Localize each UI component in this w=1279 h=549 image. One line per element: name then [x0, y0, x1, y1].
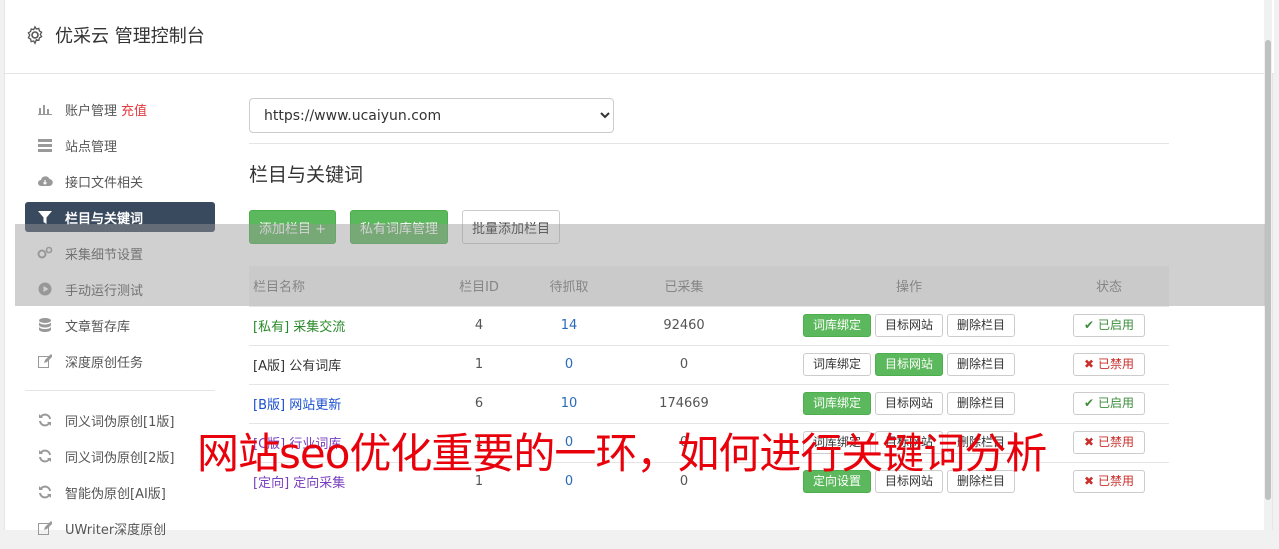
status-cell: ✔ 已启用: [1049, 383, 1169, 423]
sidebar-item-label: 账户管理: [65, 103, 118, 119]
pending-cell[interactable]: 10: [539, 383, 599, 423]
lexicon-bind-button[interactable]: 词库绑定: [802, 353, 871, 376]
column-name: 公有词库: [289, 359, 342, 374]
sidebar-item-label: 深度原创任务: [65, 355, 144, 371]
cloud-download-icon: [37, 173, 53, 189]
delete-column-button[interactable]: 删除栏目: [947, 353, 1016, 376]
sidebar-item-label: 智能伪原创[AI版]: [65, 486, 166, 502]
delete-column-button[interactable]: 删除栏目: [947, 392, 1016, 415]
sidebar-divider: [25, 390, 215, 391]
sidebar-item-interface[interactable]: 接口文件相关: [25, 166, 215, 196]
status-toggle-button[interactable]: ✖ 已禁用: [1073, 431, 1145, 454]
target-site-button[interactable]: 目标网站: [874, 353, 943, 376]
column-prefix: [A版]: [253, 359, 286, 374]
cross-icon: ✖: [1084, 474, 1095, 489]
app-title: 优采云 管理控制台: [55, 26, 205, 47]
status-cell: ✖ 已禁用: [1049, 422, 1169, 462]
refresh-icon: [37, 448, 53, 464]
refresh-icon: [37, 484, 53, 500]
column-id-cell: 6: [419, 383, 539, 423]
edit-icon: [37, 520, 53, 536]
status-toggle-button[interactable]: ✔ 已启用: [1073, 392, 1145, 415]
column-name-cell[interactable]: [B版] 网站更新: [249, 383, 419, 423]
status-cell: ✖ 已禁用: [1049, 344, 1169, 384]
status-cell: ✔ 已启用: [1049, 305, 1169, 345]
pending-cell[interactable]: 14: [539, 305, 599, 345]
table-row: [A版] 公有词库 1 0 0 词库绑定 目标网站 删除栏目 ✖ 已禁用: [249, 344, 1169, 384]
status-label: 已启用: [1097, 318, 1134, 332]
column-name-cell[interactable]: [私有] 采集交流: [249, 305, 419, 345]
status-label: 已启用: [1097, 396, 1134, 410]
column-name: 网站更新: [289, 398, 342, 413]
sidebar-item-article-store[interactable]: 文章暂存库: [25, 310, 215, 340]
delete-column-button[interactable]: 删除栏目: [947, 314, 1016, 337]
sidebar-item-label: 接口文件相关: [65, 175, 144, 191]
column-id-cell: 4: [419, 305, 539, 345]
sidebar-item-deep-original[interactable]: 深度原创任务: [25, 346, 215, 376]
overlay-caption: 网站seo优化重要的一环，如何进行关键词分析: [197, 429, 1047, 478]
filter-icon: [37, 209, 53, 225]
status-toggle-button[interactable]: ✔ 已启用: [1073, 314, 1145, 337]
actions-cell: 词库绑定 目标网站 删除栏目: [769, 383, 1049, 423]
sidebar-item-label: UWriter深度原创: [65, 522, 167, 538]
page-title: 栏目与关键词: [249, 164, 364, 186]
status-cell: ✖ 已禁用: [1049, 461, 1169, 501]
loading-overlay-band: [15, 224, 1265, 306]
column-name-cell[interactable]: [A版] 公有词库: [249, 344, 419, 384]
actions-cell: 词库绑定 目标网站 删除栏目: [769, 344, 1049, 384]
sidebar-item-label: 站点管理: [65, 139, 118, 155]
sidebar: 账户管理 充值 站点管理 接口文件相关 栏目与关键词 采集细节设置 手动运行测试…: [25, 94, 215, 549]
sidebar-item-label: 文章暂存库: [65, 319, 131, 335]
table-row: [B版] 网站更新 6 10 174669 词库绑定 目标网站 删除栏目 ✔ 已启用: [249, 383, 1169, 423]
actions-cell: 词库绑定 目标网站 删除栏目: [769, 305, 1049, 345]
column-prefix: [B版]: [253, 398, 286, 413]
database-icon: [37, 317, 53, 333]
collected-cell: 0: [599, 344, 769, 384]
sidebar-item-synonym-v1[interactable]: 同义词伪原创[1版]: [25, 405, 215, 435]
sidebar-item-uwriter[interactable]: UWriter深度原创: [25, 513, 215, 543]
site-select[interactable]: https://www.ucaiyun.com: [249, 98, 614, 133]
sidebar-item-synonym-v2[interactable]: 同义词伪原创[2版]: [25, 441, 215, 471]
recharge-link[interactable]: 充值: [121, 100, 147, 119]
status-toggle-button[interactable]: ✖ 已禁用: [1073, 353, 1145, 376]
status-label: 已禁用: [1097, 474, 1134, 489]
column-name: 采集交流: [293, 320, 346, 335]
refresh-icon: [37, 412, 53, 428]
server-icon: [37, 137, 53, 153]
page-scrollbar[interactable]: [1264, 0, 1272, 530]
sidebar-item-label: 同义词伪原创[2版]: [65, 450, 175, 466]
status-label: 已禁用: [1097, 357, 1134, 371]
top-bar: 优采云 管理控制台: [5, 0, 1274, 74]
collected-cell: 92460: [599, 305, 769, 345]
status-label: 已禁用: [1097, 435, 1134, 449]
column-id-cell: 1: [419, 344, 539, 384]
check-icon: ✔: [1084, 318, 1095, 332]
cross-icon: ✖: [1084, 435, 1095, 449]
lexicon-bind-button[interactable]: 词库绑定: [802, 314, 871, 337]
sidebar-item-sites[interactable]: 站点管理: [25, 130, 215, 160]
main-divider: [249, 143, 1169, 144]
sidebar-item-label: 同义词伪原创[1版]: [65, 414, 175, 430]
sidebar-item-ai-rewrite[interactable]: 智能伪原创[AI版]: [25, 477, 215, 507]
check-icon: ✔: [1084, 396, 1095, 410]
gear-icon: [25, 25, 45, 45]
lexicon-bind-button[interactable]: 词库绑定: [802, 392, 871, 415]
sidebar-item-account[interactable]: 账户管理 充值: [25, 94, 215, 124]
status-toggle-button[interactable]: ✖ 已禁用: [1073, 470, 1145, 494]
edit-icon: [37, 353, 53, 369]
collected-cell: 174669: [599, 383, 769, 423]
target-site-button[interactable]: 目标网站: [874, 392, 943, 415]
table-row: [私有] 采集交流 4 14 92460 词库绑定 目标网站 删除栏目 ✔ 已启用: [249, 305, 1169, 345]
column-prefix: [私有]: [253, 320, 290, 335]
bar-chart-icon: [37, 101, 53, 117]
target-site-button[interactable]: 目标网站: [874, 314, 943, 337]
pending-cell[interactable]: 0: [539, 344, 599, 384]
cross-icon: ✖: [1084, 357, 1095, 371]
brand: 优采云 管理控制台: [25, 22, 205, 48]
